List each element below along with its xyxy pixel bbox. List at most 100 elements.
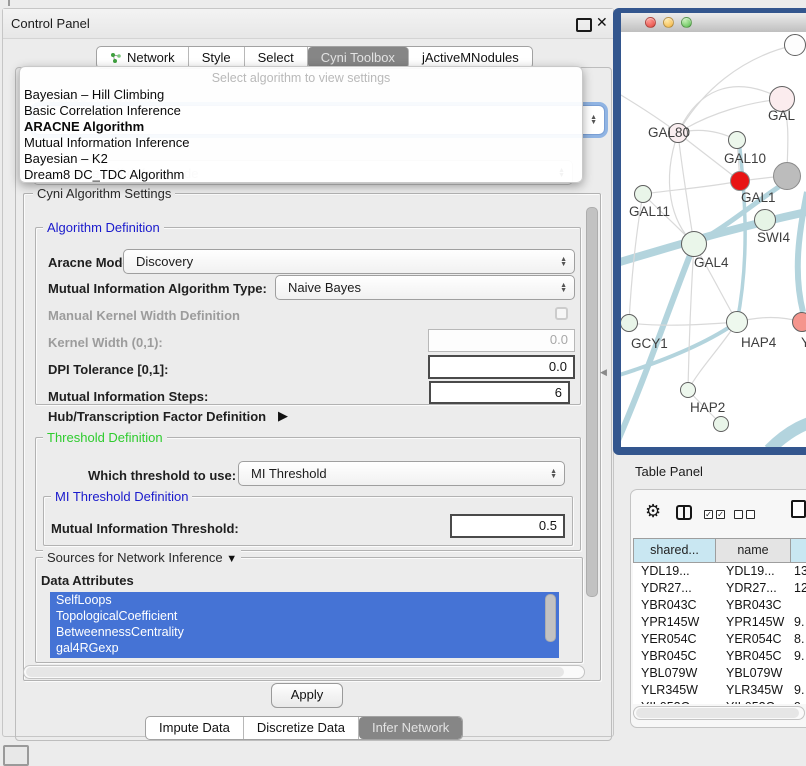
mi-steps-field[interactable]: 6 xyxy=(429,381,570,404)
cell: YLR345W xyxy=(716,682,791,699)
node-label-gal: GAL xyxy=(768,108,795,123)
deselect-all-columns-icon[interactable] xyxy=(734,510,755,519)
file-icon[interactable] xyxy=(791,500,806,518)
table-row[interactable]: YDL19...YDL19...13 xyxy=(633,563,806,580)
node-circle[interactable] xyxy=(680,382,696,398)
settings-horizontal-scrollbar[interactable] xyxy=(23,665,585,679)
node-circle-salmon[interactable] xyxy=(792,312,806,332)
table-row[interactable]: YER054CYER054C8. xyxy=(633,631,806,648)
attribute-item-selfloops[interactable]: SelfLoops xyxy=(50,592,559,608)
node-circle[interactable] xyxy=(713,416,729,432)
node-circle-gray[interactable] xyxy=(773,162,801,190)
menu-item-basic-correlation[interactable]: Basic Correlation Inference xyxy=(20,103,582,119)
node-label-gal10: GAL10 xyxy=(724,151,766,166)
node-circle[interactable] xyxy=(726,311,748,333)
node-label-swi4: SWI4 xyxy=(757,230,790,245)
node-circle[interactable] xyxy=(728,131,746,149)
tab-select[interactable]: Select xyxy=(245,47,308,68)
menu-item-mutual-information[interactable]: Mutual Information Inference xyxy=(20,135,582,151)
node-label-gal1: GAL1 xyxy=(741,190,776,205)
table-row[interactable]: YDR27...YDR27...12 xyxy=(633,580,806,597)
table-row[interactable]: YBR043CYBR043C xyxy=(633,597,806,614)
column-header-cut[interactable] xyxy=(791,538,806,563)
menu-item-bayesian-hill-climbing[interactable]: Bayesian – Hill Climbing xyxy=(20,87,582,103)
cell: 8. xyxy=(791,631,806,648)
expand-right-icon[interactable]: ▶ xyxy=(278,408,288,424)
attribute-item-topologicalcoefficient[interactable]: TopologicalCoefficient xyxy=(50,608,559,624)
columns-icon[interactable] xyxy=(676,505,692,520)
close-panel-icon[interactable]: ✕ xyxy=(596,14,608,31)
close-traffic-light-icon[interactable] xyxy=(645,17,656,28)
float-window-icon[interactable] xyxy=(576,18,592,32)
cell: YLR345W xyxy=(633,682,716,699)
tab-jactivemnodules[interactable]: jActiveMNodules xyxy=(409,47,532,68)
tab-style[interactable]: Style xyxy=(189,47,245,68)
gear-icon[interactable]: ⚙ xyxy=(645,501,661,522)
cell: YPR145W xyxy=(633,614,716,631)
settings-vertical-scrollbar[interactable] xyxy=(586,207,598,597)
table-row[interactable]: YLR345WYLR345W9. xyxy=(633,682,806,699)
tab-network[interactable]: Network xyxy=(97,47,189,68)
node-label-gcy1: GCY1 xyxy=(631,336,668,351)
table-row[interactable]: YBL079WYBL079W xyxy=(633,665,806,682)
mi-threshold-group-title: MI Threshold Definition xyxy=(51,489,192,504)
sources-title-text: Sources for Network Inference xyxy=(47,550,223,565)
tab-label: jActiveMNodules xyxy=(422,47,519,68)
combo-spinner-icon: ▲▼ xyxy=(550,469,557,479)
tab-label: Discretize Data xyxy=(257,717,345,739)
table-row[interactable]: YPR145WYPR145W9. xyxy=(633,614,806,631)
zoom-traffic-light-icon[interactable] xyxy=(681,17,692,28)
sources-group-title: Sources for Network Inference ▼ xyxy=(43,550,241,565)
network-icon xyxy=(110,52,122,64)
menu-item-aracne[interactable]: ARACNE Algorithm xyxy=(20,119,582,135)
node-circle[interactable] xyxy=(784,34,806,56)
column-header-name[interactable]: name xyxy=(716,538,791,563)
mi-threshold-field[interactable]: 0.5 xyxy=(450,514,565,538)
data-attributes-label: Data Attributes xyxy=(41,573,134,588)
tab-cyni-toolbox[interactable]: Cyni Toolbox xyxy=(308,47,409,68)
aracne-mode-combobox[interactable]: Discovery ▲▼ xyxy=(123,249,575,274)
node-circle[interactable] xyxy=(681,231,707,257)
table-row[interactable]: YIL052CYIL052C9 xyxy=(633,699,806,704)
which-threshold-combobox[interactable]: MI Threshold ▲▼ xyxy=(238,461,565,486)
manual-kernel-checkbox[interactable] xyxy=(555,307,568,320)
attribute-item-betweennesscentrality[interactable]: BetweennessCentrality xyxy=(50,624,559,640)
aracne-mode-value: Discovery xyxy=(136,254,193,269)
attributes-list-scrollbar[interactable] xyxy=(545,594,556,642)
dpi-tolerance-field[interactable]: 0.0 xyxy=(428,355,575,379)
column-header-shared-name[interactable]: shared... xyxy=(633,538,716,563)
network-window-titlebar[interactable] xyxy=(621,13,806,33)
attribute-item-gal4rgexp[interactable]: gal4RGexp xyxy=(50,640,559,656)
apply-button[interactable]: Apply xyxy=(271,683,343,708)
bottom-left-widget[interactable] xyxy=(3,745,29,766)
cell: YBL079W xyxy=(716,665,791,682)
checked-box-icon: ✓ xyxy=(704,510,713,519)
network-canvas[interactable]: GAL GAL80 GAL10 GAL1 GAL11 SWI4 GAL4 GCY… xyxy=(621,32,806,447)
table-horizontal-scrollbar[interactable] xyxy=(633,706,805,720)
table-row[interactable]: YBR045CYBR045C9. xyxy=(633,648,806,665)
control-panel-title: Control Panel xyxy=(11,16,90,31)
tab-discretize-data[interactable]: Discretize Data xyxy=(244,717,359,739)
cell: YER054C xyxy=(716,631,791,648)
menu-item-bayesian-k2[interactable]: Bayesian – K2 xyxy=(20,151,582,167)
tab-label: Style xyxy=(202,47,231,68)
cell: YIL052C xyxy=(633,699,716,704)
menu-item-dream8[interactable]: Dream8 DC_TDC Algorithm xyxy=(20,167,582,183)
node-circle[interactable] xyxy=(634,185,652,203)
minimize-traffic-light-icon[interactable] xyxy=(663,17,674,28)
tab-label: Cyni Toolbox xyxy=(321,47,395,68)
mi-type-combobox[interactable]: Naive Bayes ▲▼ xyxy=(275,275,575,300)
node-circle-red[interactable] xyxy=(730,171,750,191)
select-all-columns-icon[interactable]: ✓ ✓ xyxy=(704,510,725,519)
mi-type-label: Mutual Information Algorithm Type: xyxy=(48,281,267,296)
panel-splitter-arrow[interactable]: ◀ xyxy=(600,367,607,378)
table-body[interactable]: YDL19...YDL19...13 YDR27...YDR27...12 YB… xyxy=(633,563,806,704)
tab-infer-network[interactable]: Infer Network xyxy=(359,717,462,739)
combo-spinner-icon: ▲▼ xyxy=(560,283,567,293)
top-edge-tick xyxy=(8,0,10,6)
tab-impute-data[interactable]: Impute Data xyxy=(146,717,244,739)
data-attributes-list[interactable]: SelfLoops TopologicalCoefficient Between… xyxy=(50,592,559,658)
kernel-width-field[interactable]: 0.0 xyxy=(428,329,575,352)
collapse-down-icon[interactable]: ▼ xyxy=(226,553,237,565)
node-circle[interactable] xyxy=(754,209,776,231)
